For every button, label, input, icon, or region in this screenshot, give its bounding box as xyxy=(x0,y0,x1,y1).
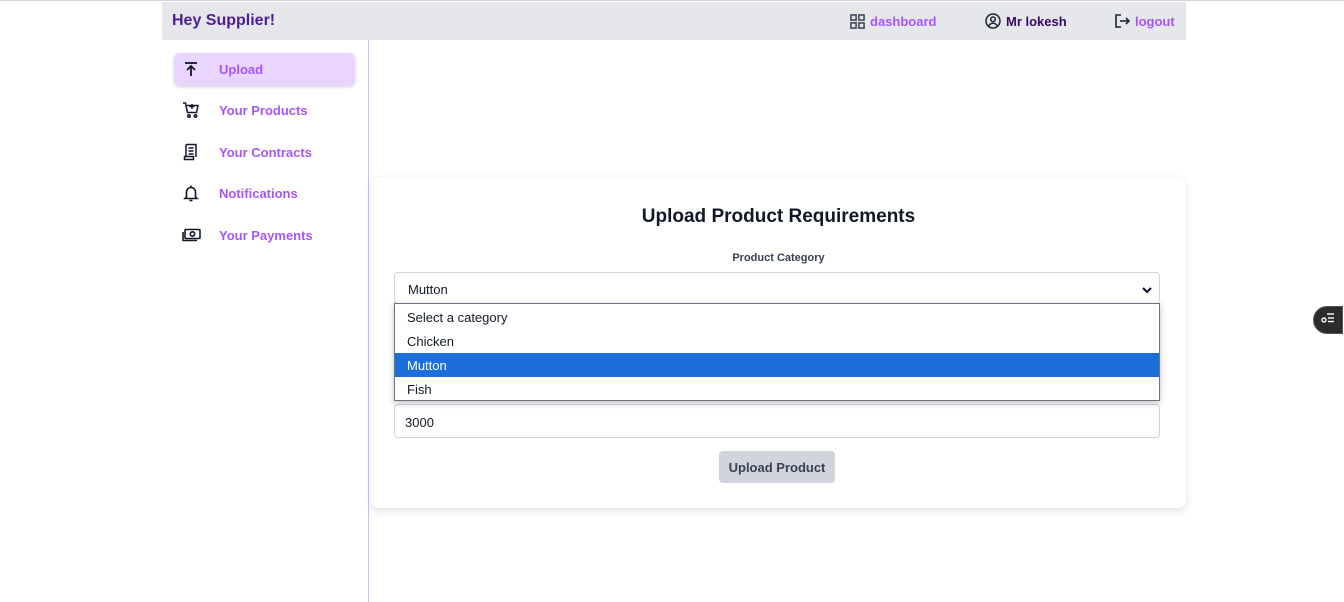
top-header: Hey Supplier! dashboard Mr lokesh logout xyxy=(162,2,1186,40)
user-profile-link[interactable]: Mr lokesh xyxy=(985,13,1067,29)
sidebar-item-your-payments[interactable]: Your Payments xyxy=(174,219,355,252)
upload-product-button[interactable]: Upload Product xyxy=(719,451,835,483)
sidebar-item-your-products[interactable]: Your Products xyxy=(174,94,355,127)
amount-value: 3000 xyxy=(405,415,434,430)
category-select[interactable]: Mutton xyxy=(394,272,1160,304)
dropdown-option[interactable]: Select a category xyxy=(395,305,1159,329)
sidebar: Upload Your Products Your Contracts Noti… xyxy=(162,40,369,602)
user-name: Mr lokesh xyxy=(1006,13,1067,29)
sidebar-item-label: Your Products xyxy=(219,103,308,118)
floating-menu-button[interactable] xyxy=(1313,306,1343,334)
dropdown-option[interactable]: Fish xyxy=(395,377,1159,401)
logout-label: logout xyxy=(1135,13,1175,29)
cart-icon xyxy=(182,101,200,119)
money-icon xyxy=(182,226,201,244)
sidebar-item-label: Upload xyxy=(219,62,264,77)
dashboard-icon xyxy=(850,13,865,29)
sidebar-item-notifications[interactable]: Notifications xyxy=(174,177,355,210)
category-label: Product Category xyxy=(732,252,825,264)
sidebar-item-label: Your Contracts xyxy=(219,145,312,160)
user-circle-icon xyxy=(985,13,1001,29)
list-settings-icon xyxy=(1321,311,1335,329)
document-icon xyxy=(182,143,200,161)
dropdown-option[interactable]: Chicken xyxy=(395,329,1159,353)
amount-input[interactable]: 3000 xyxy=(394,404,1160,438)
bell-icon xyxy=(182,184,200,202)
upload-icon xyxy=(182,60,200,78)
logout-link[interactable]: logout xyxy=(1114,13,1175,29)
brand-title: Hey Supplier! xyxy=(172,12,276,29)
dropdown-option-selected[interactable]: Mutton xyxy=(395,353,1159,377)
logout-icon xyxy=(1114,13,1130,29)
dashboard-link[interactable]: dashboard xyxy=(850,14,936,29)
chevron-down-icon xyxy=(1141,283,1153,295)
page-title: Upload Product Requirements xyxy=(641,206,916,227)
category-dropdown-list: Select a category Chicken Mutton Fish xyxy=(394,303,1160,401)
sidebar-item-label: Your Payments xyxy=(219,228,313,243)
dashboard-label: dashboard xyxy=(870,13,937,29)
category-selected-value: Mutton xyxy=(408,282,448,297)
sidebar-item-label: Notifications xyxy=(219,186,298,201)
sidebar-item-upload[interactable]: Upload xyxy=(174,53,355,86)
sidebar-item-your-contracts[interactable]: Your Contracts xyxy=(174,136,355,169)
